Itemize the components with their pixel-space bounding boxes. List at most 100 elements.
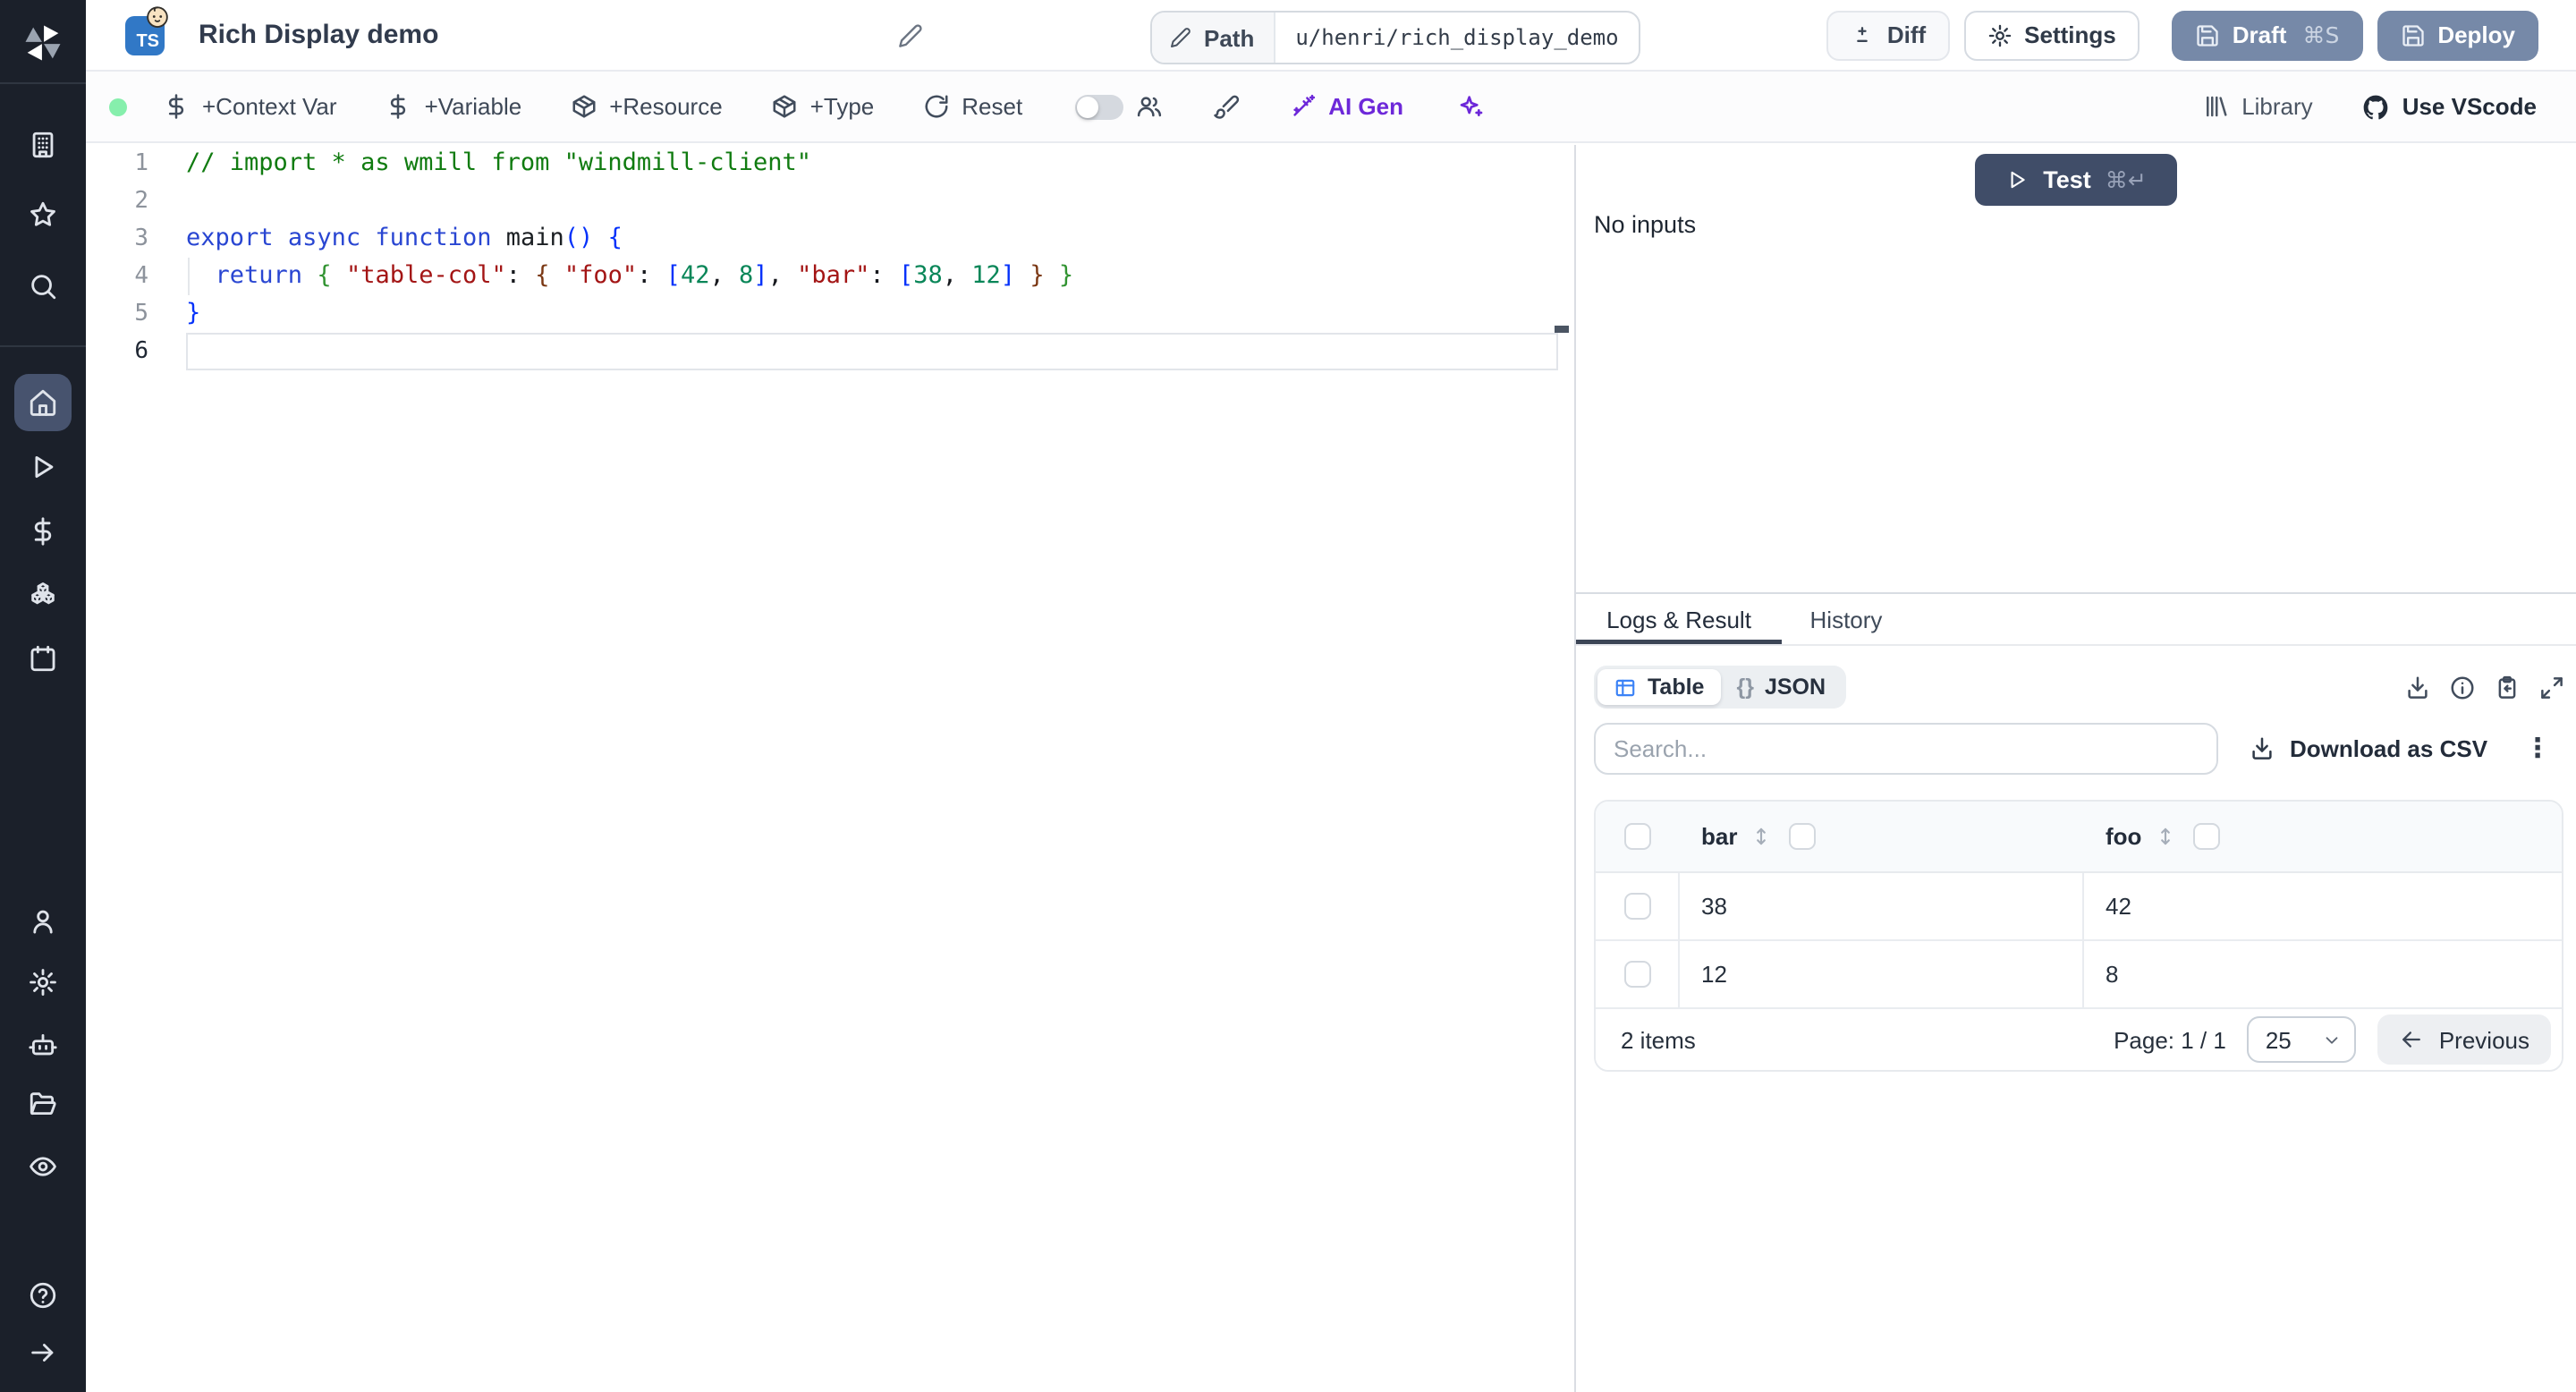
view-table-option[interactable]: Table (1597, 669, 1721, 705)
library-icon (2202, 93, 2229, 120)
settings-button[interactable]: Settings (1963, 10, 2140, 60)
kebab-menu-icon[interactable]: ⋮ (2524, 734, 2551, 762)
add-resource-button[interactable]: +Resource (570, 93, 723, 120)
tab-logs-result[interactable]: Logs & Result (1576, 594, 1782, 644)
code-editor[interactable]: 1 2 3 4 5 6 // import * as wmill from "windmi… (86, 145, 1574, 1392)
table-cell: 42 (2106, 893, 2131, 920)
sort-icon[interactable] (2154, 825, 2177, 848)
toolbar-right: Library Use VScode (2202, 92, 2537, 121)
sidebar-item-help[interactable] (28, 1280, 58, 1311)
no-inputs-label: No inputs (1594, 211, 1697, 238)
users-icon (1135, 93, 1162, 120)
search-input[interactable] (1594, 723, 2218, 775)
table-cell: 38 (1701, 893, 1727, 920)
code-line[interactable]: return { "table-col": { "foo": [42, 8], … (186, 258, 1558, 295)
editor-toolbar: +Context Var +Variable +Resource +Type R… (86, 72, 2576, 143)
sidebar-item-schedules[interactable] (28, 643, 58, 674)
deploy-button[interactable]: Deploy (2377, 10, 2538, 60)
add-variable-button[interactable]: +Variable (386, 93, 521, 120)
sidebar-item-variables[interactable] (28, 516, 58, 547)
refresh-icon (922, 93, 949, 120)
collaborators-button[interactable] (1135, 93, 1162, 120)
row-checkbox[interactable] (1623, 961, 1650, 988)
diff-icon (1850, 22, 1875, 47)
topbar-actions: Diff Settings Draft ⌘S Deploy (1826, 10, 2538, 60)
sidebar-item-users[interactable] (28, 906, 58, 937)
table-row[interactable]: 38 42 (1596, 873, 2562, 941)
sidebar-item-favorites[interactable] (28, 199, 58, 230)
sidebar-item-home[interactable] (28, 387, 58, 418)
page-size-select[interactable]: 25 (2247, 1016, 2357, 1063)
edit-path-icon (1170, 27, 1191, 48)
dollar-icon (163, 93, 190, 120)
path-label-section[interactable]: Path (1152, 13, 1276, 63)
row-checkbox[interactable] (1623, 893, 1650, 920)
line-number: 1 (134, 150, 148, 177)
edit-summary-icon[interactable] (898, 23, 923, 48)
gear-icon (1987, 22, 2012, 47)
chevron-down-icon (2323, 1030, 2343, 1049)
add-type-button[interactable]: +Type (771, 93, 874, 120)
sort-icon[interactable] (1750, 825, 1773, 848)
sidebar-item-resources[interactable] (28, 581, 58, 611)
column-checkbox[interactable] (1789, 823, 1817, 850)
reset-button[interactable]: Reset (922, 93, 1022, 120)
tab-history[interactable]: History (1782, 594, 1911, 644)
previous-page-button[interactable]: Previous (2377, 1014, 2551, 1065)
column-header-foo: foo (2106, 823, 2142, 850)
add-context-var-button[interactable]: +Context Var (163, 93, 337, 120)
code-line[interactable]: } (186, 295, 1558, 333)
page-title: Rich Display demo (199, 20, 439, 50)
code-line[interactable] (186, 182, 1558, 220)
code-line[interactable]: export async function main() { (186, 220, 1558, 258)
sidebar-item-runs[interactable] (28, 452, 58, 482)
braces-icon: {} (1736, 675, 1754, 700)
sidebar-item-settings[interactable] (28, 967, 58, 997)
download-icon[interactable] (2404, 674, 2431, 700)
toggle-knob (1076, 96, 1098, 117)
windmill-logo[interactable] (20, 20, 66, 66)
table-body: 38 42 12 8 (1596, 873, 2562, 1009)
sidebar-divider (0, 82, 86, 84)
code-area[interactable]: // import * as wmill from "windmill-clie… (186, 145, 1558, 1392)
magic-wand-icon (1289, 93, 1316, 120)
line-number-gutter: 1 2 3 4 5 6 (86, 145, 186, 1392)
download-icon (2249, 735, 2275, 762)
download-csv-button[interactable]: Download as CSV (2249, 735, 2487, 762)
code-line[interactable]: // import * as wmill from "windmill-clie… (186, 145, 1558, 182)
line-number: 4 (134, 263, 148, 290)
line-number: 3 (134, 225, 148, 252)
test-button[interactable]: Test ⌘↵ (1975, 154, 2177, 206)
sidebar-item-audit-logs[interactable] (28, 1151, 58, 1182)
sparkles-icon[interactable] (1455, 92, 1484, 121)
use-vscode-button[interactable]: Use VScode (2361, 92, 2537, 121)
column-checkbox[interactable] (2193, 823, 2221, 850)
view-json-option[interactable]: {} JSON (1720, 669, 1842, 705)
table-row[interactable]: 12 8 (1596, 941, 2562, 1009)
code-line[interactable] (186, 333, 1558, 370)
result-actions (2404, 674, 2571, 700)
sidebar-item-search[interactable] (28, 271, 58, 301)
path-control[interactable]: Path u/henri/rich_display_demo (1150, 11, 1640, 64)
library-button[interactable]: Library (2202, 93, 2313, 120)
format-button[interactable] (1212, 93, 1239, 120)
draft-button[interactable]: Draft ⌘S (2171, 10, 2363, 60)
info-icon[interactable] (2449, 674, 2476, 700)
draft-shortcut: ⌘S (2302, 21, 2340, 48)
table-controls-row: Download as CSV ⋮ (1594, 723, 2565, 775)
sidebar (0, 0, 86, 1392)
sidebar-item-workspace[interactable] (28, 130, 58, 160)
sidebar-item-workers[interactable] (28, 1030, 58, 1060)
expand-icon[interactable] (2538, 674, 2565, 700)
sidebar-item-folders[interactable] (28, 1089, 58, 1119)
diff-mode-toggle[interactable] (1074, 94, 1123, 119)
copy-clipboard-icon[interactable] (2494, 674, 2521, 700)
diff-button[interactable]: Diff (1826, 10, 1950, 60)
language-badge: TS (136, 31, 159, 51)
table-cell: 12 (1701, 961, 1727, 988)
ai-gen-button[interactable]: AI Gen (1289, 93, 1403, 120)
typescript-icon: TS (125, 5, 168, 55)
save-icon (2400, 22, 2425, 47)
sidebar-item-expand[interactable] (28, 1337, 58, 1368)
select-all-checkbox[interactable] (1624, 823, 1651, 850)
